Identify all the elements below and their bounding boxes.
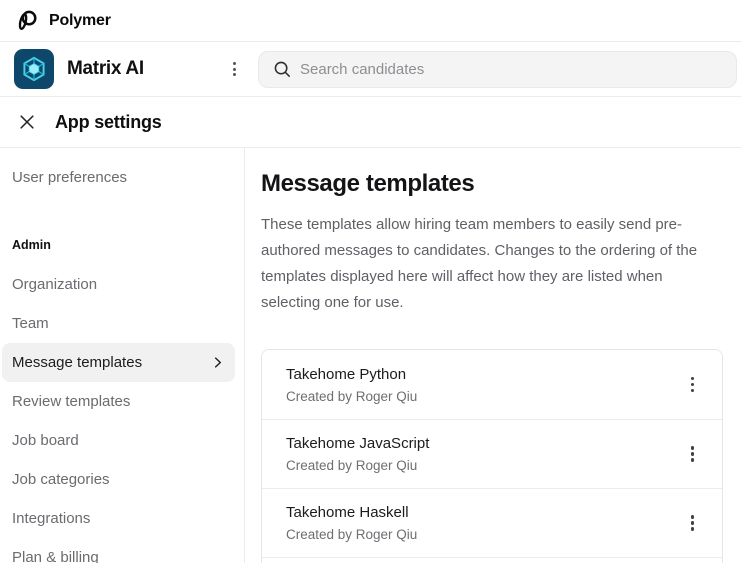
close-settings-button[interactable] — [16, 111, 38, 133]
template-meta: Created by Roger Qiu — [286, 458, 683, 473]
polymer-logo-icon — [16, 9, 39, 32]
brand-name: Polymer — [49, 12, 111, 30]
settings-header: App settings — [0, 97, 741, 148]
template-meta: Created by Roger Qiu — [286, 527, 683, 542]
template-name: Takehome Haskell — [286, 504, 683, 521]
template-row-takehome-haskell[interactable]: Takehome Haskell Created by Roger Qiu — [262, 488, 722, 557]
top-brand-bar: Polymer — [0, 0, 741, 42]
template-meta: Created by Roger Qiu — [286, 389, 683, 404]
workspace-logo-icon — [14, 49, 54, 89]
chevron-right-icon — [210, 355, 225, 370]
template-name: Takehome Python — [286, 366, 683, 383]
template-row-takehome-python[interactable]: Takehome Python Created by Roger Qiu — [262, 350, 722, 419]
settings-title: App settings — [55, 112, 162, 133]
sidebar-item-organization[interactable]: Organization — [2, 265, 235, 304]
template-row-takehome-javascript[interactable]: Takehome JavaScript Created by Roger Qiu — [262, 419, 722, 488]
kebab-icon — [691, 446, 695, 450]
settings-main-panel: Message templates These templates allow … — [245, 148, 741, 563]
search-icon — [273, 60, 291, 78]
workspace-switcher[interactable]: Matrix AI — [0, 49, 244, 89]
settings-sidebar: User preferences Admin Organization Team… — [0, 148, 245, 563]
kebab-icon — [691, 377, 695, 381]
kebab-icon — [691, 515, 695, 519]
candidate-search[interactable] — [258, 51, 737, 88]
sidebar-item-review-templates[interactable]: Review templates — [2, 382, 235, 421]
close-icon — [18, 113, 36, 131]
sidebar-item-team[interactable]: Team — [2, 304, 235, 343]
template-menu-button[interactable] — [683, 440, 703, 468]
sidebar-item-message-templates[interactable]: Message templates — [2, 343, 235, 382]
template-menu-button[interactable] — [683, 509, 703, 537]
workspace-menu-button[interactable] — [225, 56, 244, 82]
template-row-partial[interactable] — [262, 557, 722, 563]
template-list: Takehome Python Created by Roger Qiu Tak… — [261, 349, 723, 563]
workspace-name: Matrix AI — [67, 58, 212, 80]
search-input[interactable] — [300, 61, 724, 78]
template-menu-button[interactable] — [683, 371, 703, 399]
sidebar-item-job-board[interactable]: Job board — [2, 421, 235, 460]
sidebar-item-job-categories[interactable]: Job categories — [2, 460, 235, 499]
template-name: Takehome JavaScript — [286, 435, 683, 452]
page-title: Message templates — [261, 170, 723, 198]
sidebar-item-integrations[interactable]: Integrations — [2, 499, 235, 538]
sidebar-section-admin: Admin — [2, 233, 235, 257]
page-description: These templates allow hiring team member… — [261, 212, 713, 316]
kebab-icon — [233, 62, 236, 65]
workspace-bar: Matrix AI — [0, 42, 741, 97]
sidebar-item-user-preferences[interactable]: User preferences — [2, 158, 235, 197]
sidebar-item-plan-billing[interactable]: Plan & billing — [2, 538, 235, 563]
